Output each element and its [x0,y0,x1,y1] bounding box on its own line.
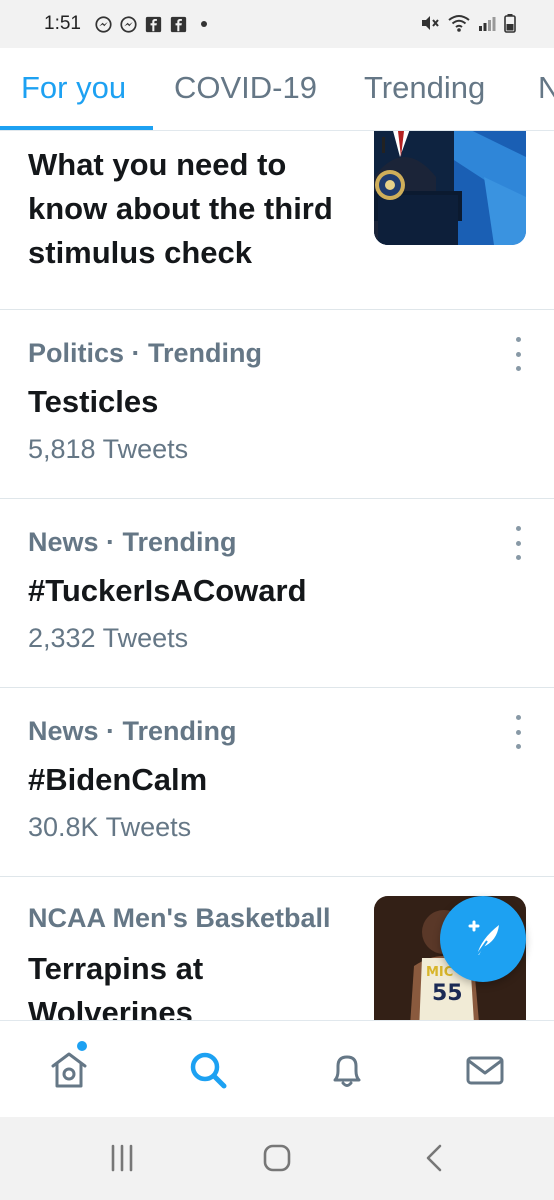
home-system-icon [263,1144,291,1172]
compose-feather-icon [468,920,499,956]
explore-tabs: For you COVID-19 Trending N [0,48,554,131]
home-icon [51,1052,87,1088]
headline-line: Terrapins at [28,951,204,986]
more-options-icon[interactable] [508,337,528,371]
status-time: 1:51 [44,13,81,34]
trend-tweet-count: 30.8K Tweets [28,812,192,842]
signal-icon [479,17,496,31]
trend-item[interactable]: News · Trending #TuckerIsACoward 2,332 T… [0,499,554,688]
headline-line: Wolverines [28,995,193,1020]
wifi-icon [448,15,470,32]
story-headline: Terrapins at Wolverines [28,947,203,1020]
trend-context: News · Trending [28,716,237,746]
trend-tweet-count: 5,818 Tweets [28,434,189,464]
trend-tweet-count: 2,332 Tweets [28,623,189,653]
story-headline: What you need to know about the third st… [28,143,333,275]
more-notifications-dot [200,21,207,27]
explore-feed: What you need to know about the third st… [0,131,554,1020]
trend-topic: #TuckerIsACoward [28,573,307,608]
headline-line: What you need to [28,147,287,182]
system-navigation-bar [0,1117,554,1200]
back-button[interactable] [420,1143,450,1178]
messenger-icon [120,15,137,33]
nav-search[interactable] [187,1049,227,1089]
back-icon [426,1144,442,1172]
tab-trending[interactable]: Trending [364,70,485,106]
headline-line: stimulus check [28,235,252,270]
battery-icon [504,14,516,33]
bottom-navigation [0,1020,554,1118]
active-tab-indicator [0,126,153,130]
trend-item[interactable]: News · Trending #BidenCalm 30.8K Tweets [0,688,554,877]
messenger-icon [95,15,112,33]
tab-for-you[interactable]: For you [21,70,126,106]
facebook-icon [170,16,187,32]
mute-icon [422,16,439,30]
nav-notifications[interactable] [326,1049,366,1089]
nav-home[interactable] [48,1041,88,1089]
facebook-icon [145,16,162,32]
trend-context: Politics · Trending [28,338,263,368]
recent-apps-button[interactable] [108,1143,138,1178]
notification-icons [95,15,207,33]
more-options-icon[interactable] [508,526,528,560]
mail-icon [466,1056,504,1085]
featured-story-card[interactable]: What you need to know about the third st… [0,131,554,310]
jersey-number: 55 [432,981,463,1006]
trend-item[interactable]: Politics · Trending Testicles 5,818 Twee… [0,310,554,499]
jersey-text: MIC [426,965,453,980]
home-system-button[interactable] [262,1143,292,1178]
more-options-icon[interactable] [508,715,528,749]
compose-tweet-button[interactable] [440,896,526,982]
recent-apps-icon [111,1144,133,1172]
headline-line: know about the third [28,191,333,226]
tab-news[interactable]: N [538,70,554,106]
tab-covid-19[interactable]: COVID-19 [174,70,317,106]
trend-topic: Testicles [28,384,159,419]
home-notification-badge [77,1041,87,1051]
story-category: NCAA Men's Basketball [28,903,331,933]
nav-messages[interactable] [464,1049,504,1089]
search-icon [190,1052,227,1089]
status-bar: 1:51 [0,0,554,48]
bell-icon [333,1055,361,1087]
trend-topic: #BidenCalm [28,762,208,797]
system-status-icons [420,13,516,33]
story-thumbnail [374,131,526,245]
trend-context: News · Trending [28,527,237,557]
